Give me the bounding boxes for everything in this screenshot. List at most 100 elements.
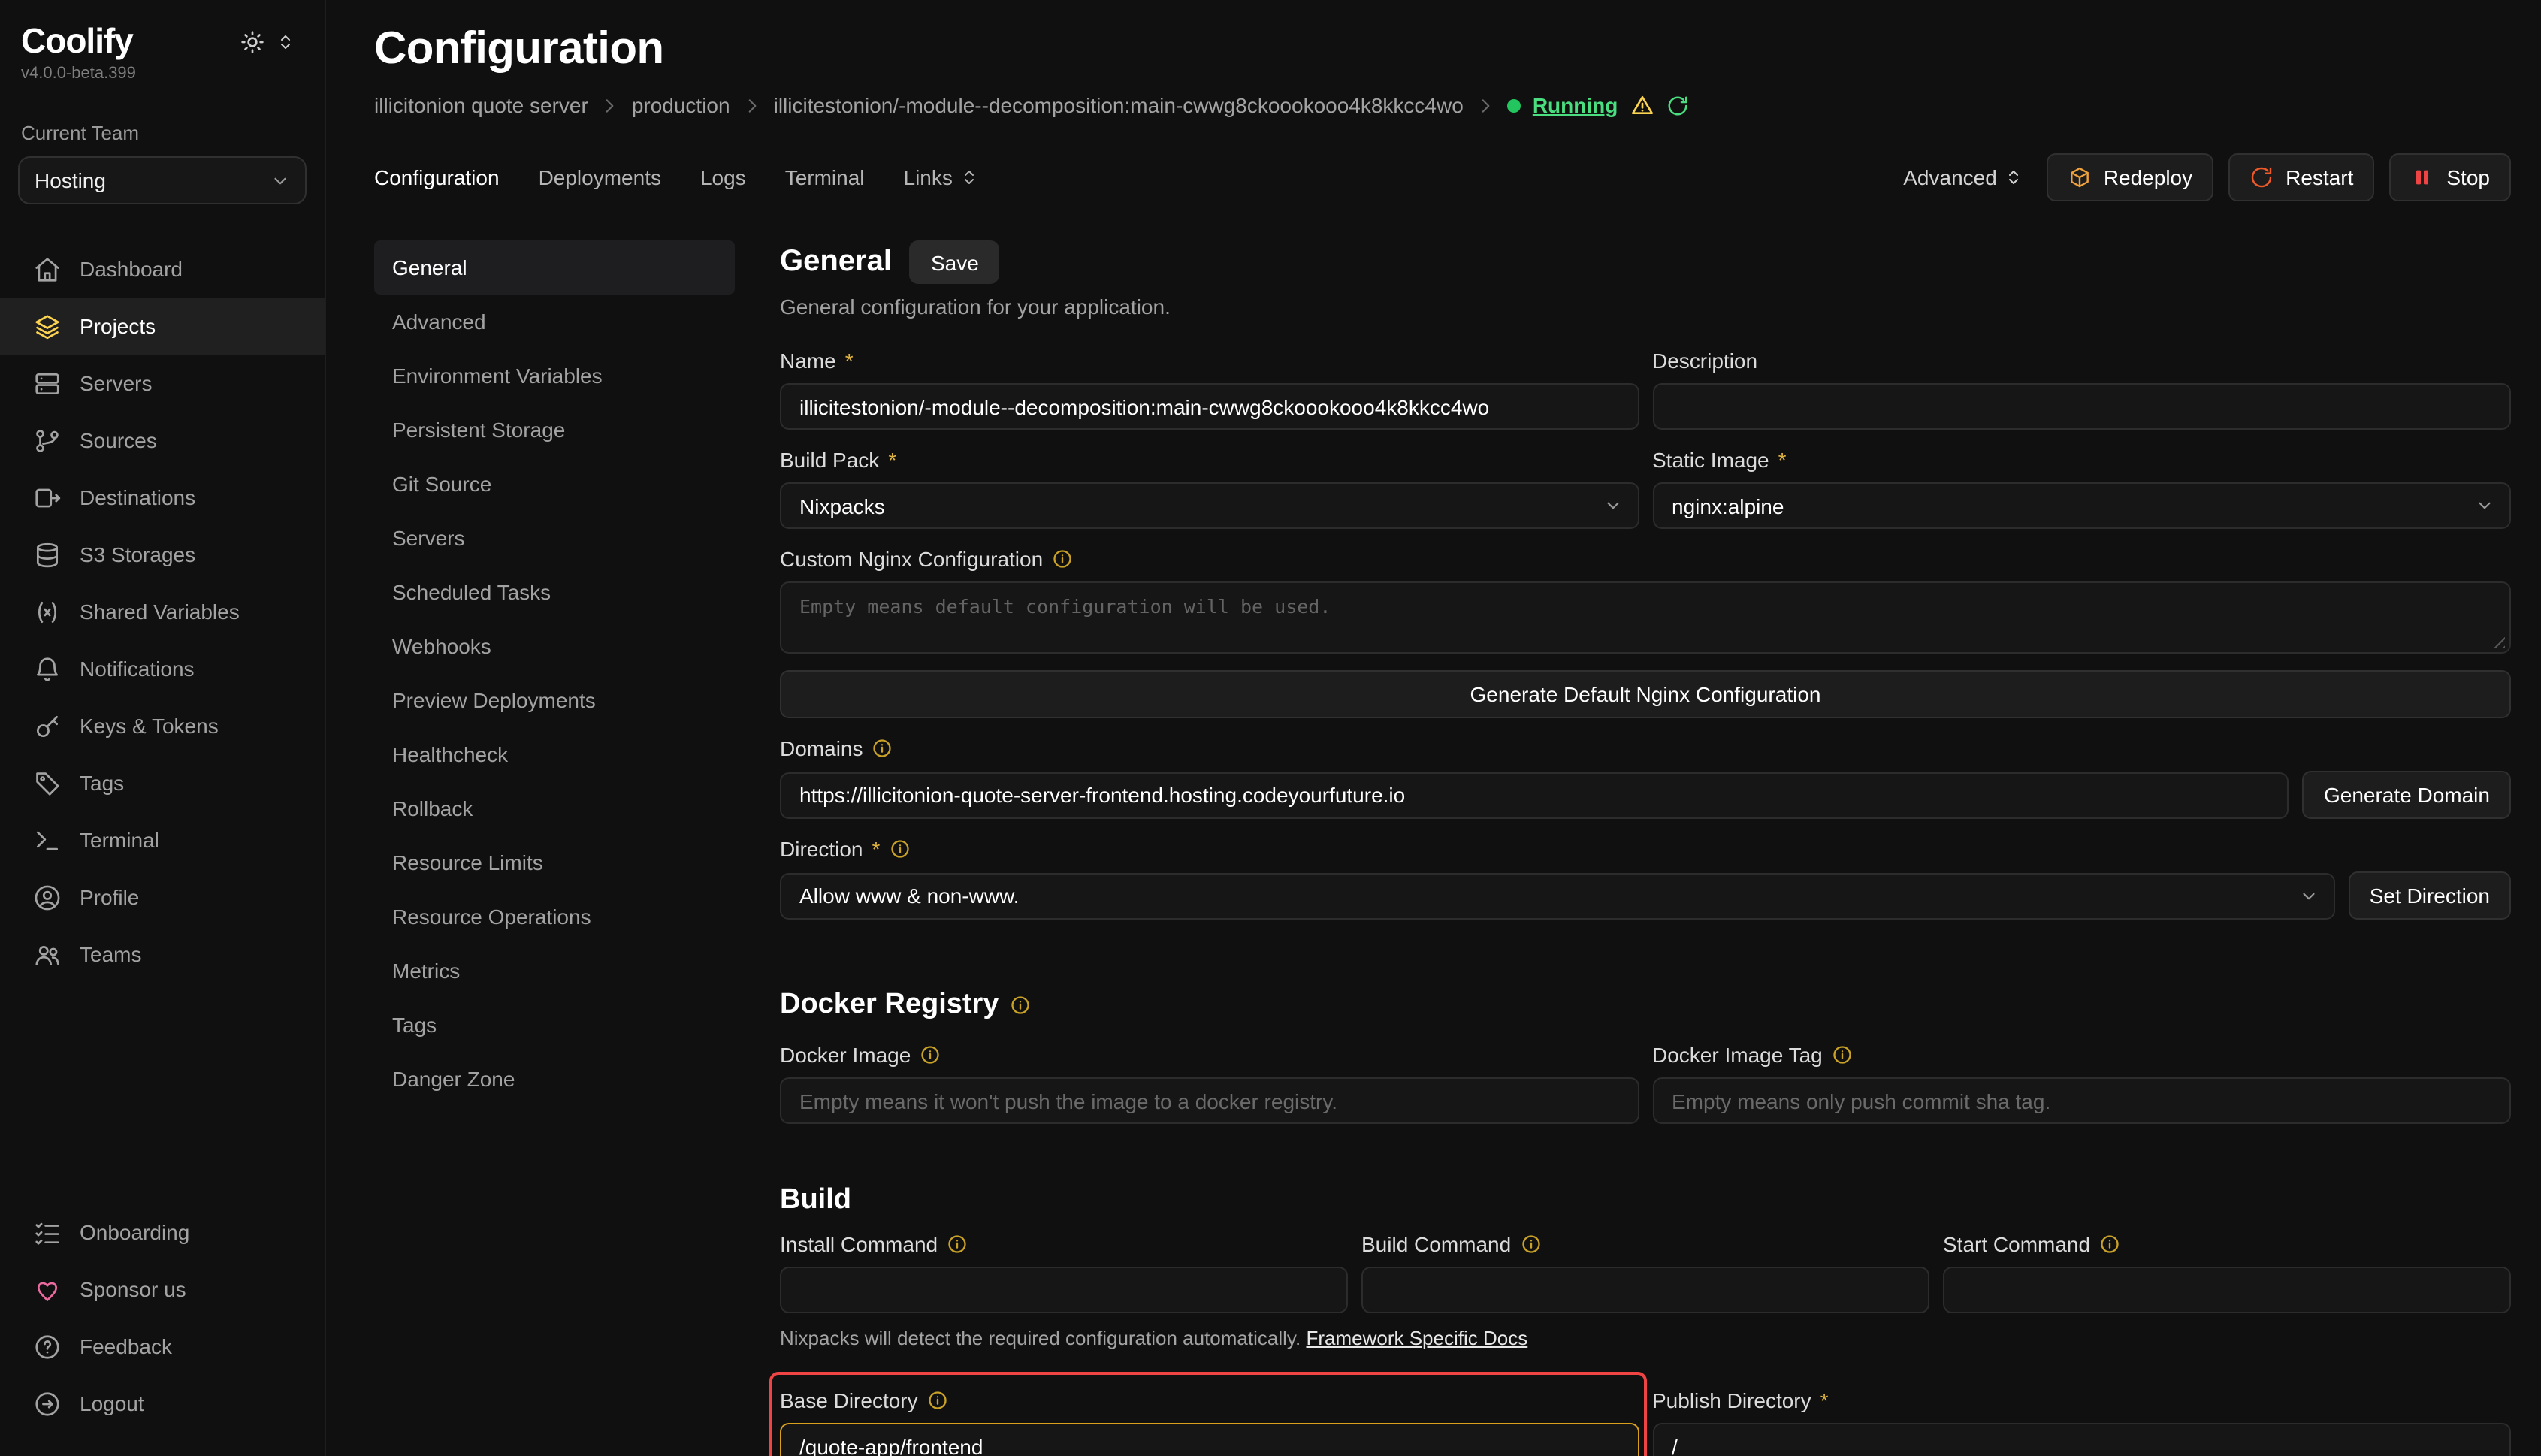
settings-nav-rollback[interactable]: Rollback	[374, 781, 735, 835]
build-command-input[interactable]	[1361, 1267, 1929, 1313]
user-circle-icon	[33, 883, 62, 911]
name-input[interactable]	[780, 383, 1639, 430]
build-pack-select[interactable]: Nixpacks	[780, 482, 1639, 529]
sidebar-item-logout[interactable]: Logout	[0, 1375, 325, 1432]
name-label: Name	[780, 349, 836, 373]
sidebar-item-shared-variables[interactable]: Shared Variables	[0, 583, 325, 640]
sidebar-item-destinations[interactable]: Destinations	[0, 469, 325, 526]
settings-nav-resource-limits[interactable]: Resource Limits	[374, 835, 735, 890]
tab-configuration[interactable]: Configuration	[374, 165, 500, 189]
sidebar-item-teams[interactable]: Teams	[0, 926, 325, 983]
base-directory-input[interactable]	[780, 1423, 1639, 1456]
sidebar-item-servers[interactable]: Servers	[0, 355, 325, 412]
info-icon	[1832, 1044, 1853, 1065]
sidebar-item-terminal[interactable]: Terminal	[0, 811, 325, 868]
direction-label: Direction	[780, 837, 863, 861]
required-marker: *	[1778, 448, 1787, 472]
warning-icon	[1630, 93, 1654, 117]
sidebar-item-keys-tokens[interactable]: Keys & Tokens	[0, 697, 325, 754]
start-command-input[interactable]	[1943, 1267, 2511, 1313]
nginx-config-textarea[interactable]	[780, 581, 2511, 654]
status-running-link[interactable]: Running	[1533, 93, 1618, 117]
settings-nav-servers[interactable]: Servers	[374, 511, 735, 565]
domains-label: Domains	[780, 736, 863, 760]
install-command-input[interactable]	[780, 1267, 1348, 1313]
set-direction-button[interactable]: Set Direction	[2349, 871, 2511, 920]
package-icon	[2068, 165, 2092, 189]
settings-nav-metrics[interactable]: Metrics	[374, 944, 735, 998]
bell-icon	[33, 654, 62, 683]
install-command-field-group: Install Command	[780, 1232, 1348, 1313]
restart-button[interactable]: Restart	[2228, 153, 2374, 201]
description-input[interactable]	[1652, 383, 2511, 430]
docker-registry-heading: Docker Registry	[780, 989, 2511, 1022]
description-field-group: Description	[1652, 349, 2511, 430]
sidebar-item-sponsor[interactable]: Sponsor us	[0, 1261, 325, 1318]
sidebar-item-tags[interactable]: Tags	[0, 754, 325, 811]
direction-select[interactable]: Allow www & non-www.	[780, 872, 2335, 919]
sidebar-item-feedback[interactable]: Feedback	[0, 1318, 325, 1375]
framework-docs-link[interactable]: Framework Specific Docs	[1306, 1327, 1527, 1349]
generate-nginx-button[interactable]: Generate Default Nginx Configuration	[780, 670, 2511, 718]
sidebar-item-onboarding[interactable]: Onboarding	[0, 1204, 325, 1261]
info-icon	[1009, 995, 1030, 1016]
current-team-label: Current Team	[18, 122, 307, 144]
settings-nav-healthcheck[interactable]: Healthcheck	[374, 727, 735, 781]
general-subtitle: General configuration for your applicati…	[780, 295, 2511, 319]
build-command-field-group: Build Command	[1361, 1232, 1929, 1313]
checklist-icon	[33, 1218, 62, 1246]
sidebar-item-notifications[interactable]: Notifications	[0, 640, 325, 697]
publish-directory-input[interactable]	[1652, 1423, 2511, 1456]
generate-domain-button[interactable]: Generate Domain	[2303, 771, 2511, 819]
sidebar-item-profile[interactable]: Profile	[0, 868, 325, 926]
settings-nav-webhooks[interactable]: Webhooks	[374, 619, 735, 673]
chevrons-up-down-icon[interactable]	[276, 32, 295, 50]
tab-bar: Configuration Deployments Logs Terminal …	[326, 153, 2541, 201]
sidebar-item-sources[interactable]: Sources	[0, 412, 325, 469]
tab-links[interactable]: Links	[904, 165, 978, 189]
tab-logs[interactable]: Logs	[700, 165, 746, 189]
settings-nav-general[interactable]: General	[374, 240, 735, 295]
main-area: Configuration illicitonion quote server …	[326, 0, 2541, 1456]
page-header: Configuration illicitonion quote server …	[326, 0, 2541, 117]
sidebar-item-projects[interactable]: Projects	[0, 298, 325, 355]
tab-actions: Advanced Redeploy Restart Stop	[1903, 153, 2511, 201]
settings-nav-git-source[interactable]: Git Source	[374, 457, 735, 511]
breadcrumb-environment[interactable]: production	[632, 93, 730, 117]
save-button[interactable]: Save	[910, 240, 1000, 284]
sidebar-item-dashboard[interactable]: Dashboard	[0, 240, 325, 298]
domains-input[interactable]	[780, 772, 2289, 818]
restart-icon	[2249, 165, 2274, 189]
redeploy-button[interactable]: Redeploy	[2047, 153, 2213, 201]
start-command-label: Start Command	[1943, 1232, 2090, 1256]
build-pack-label: Build Pack	[780, 448, 879, 472]
install-command-label: Install Command	[780, 1232, 938, 1256]
docker-image-tag-input[interactable]	[1652, 1077, 2511, 1124]
settings-nav-advanced[interactable]: Advanced	[374, 295, 735, 349]
general-form: General Save General configuration for y…	[780, 240, 2511, 1456]
settings-nav-environment-variables[interactable]: Environment Variables	[374, 349, 735, 403]
settings-nav-preview-deployments[interactable]: Preview Deployments	[374, 673, 735, 727]
advanced-dropdown[interactable]: Advanced	[1903, 165, 2023, 189]
settings-nav-danger-zone[interactable]: Danger Zone	[374, 1052, 735, 1106]
breadcrumb: illicitonion quote server production ill…	[374, 93, 2511, 117]
git-branch-icon	[33, 426, 62, 455]
info-icon	[872, 738, 893, 759]
tab-deployments[interactable]: Deployments	[539, 165, 661, 189]
sidebar-item-s3-storages[interactable]: S3 Storages	[0, 526, 325, 583]
app-logo: Coolify	[21, 21, 133, 62]
static-image-select[interactable]: nginx:alpine	[1652, 482, 2511, 529]
sun-theme-icon[interactable]	[240, 29, 264, 53]
settings-nav-tags[interactable]: Tags	[374, 998, 735, 1052]
tab-terminal[interactable]: Terminal	[785, 165, 865, 189]
settings-nav-scheduled-tasks[interactable]: Scheduled Tasks	[374, 565, 735, 619]
docker-image-input[interactable]	[780, 1077, 1639, 1124]
info-icon	[889, 838, 910, 859]
breadcrumb-project[interactable]: illicitonion quote server	[374, 93, 588, 117]
refresh-icon	[1666, 94, 1688, 116]
settings-nav-resource-operations[interactable]: Resource Operations	[374, 890, 735, 944]
stop-button[interactable]: Stop	[2389, 153, 2511, 201]
team-select[interactable]: Hosting	[18, 156, 307, 204]
settings-nav-persistent-storage[interactable]: Persistent Storage	[374, 403, 735, 457]
sidebar-footer: Onboarding Sponsor us Feedback Logout	[18, 1204, 307, 1432]
